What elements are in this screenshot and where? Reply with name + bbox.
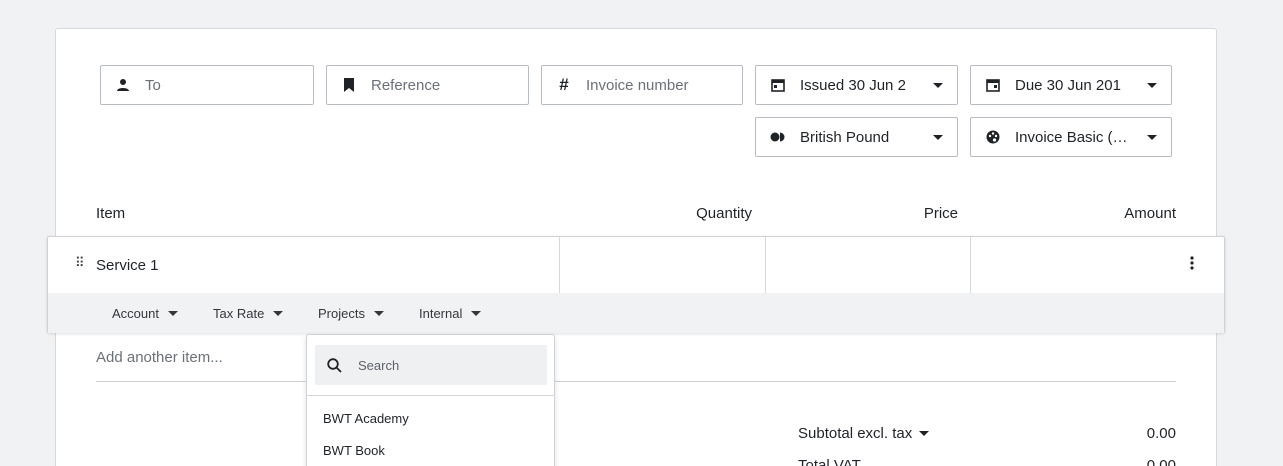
invoice-number-placeholder: Invoice number — [586, 76, 689, 94]
search-icon — [327, 357, 342, 373]
person-icon — [115, 77, 131, 93]
amount-input[interactable] — [971, 237, 1171, 293]
header-item: Item — [96, 205, 126, 222]
to-field[interactable]: To — [100, 65, 314, 105]
header-price: Price — [923, 205, 958, 222]
account-select[interactable]: Account — [112, 306, 178, 321]
chevron-down-icon — [1147, 83, 1157, 88]
price-input[interactable] — [766, 237, 970, 293]
dropdown-option[interactable]: BWT Academy — [323, 411, 409, 426]
reference-field[interactable]: Reference — [326, 65, 529, 105]
reference-placeholder: Reference — [371, 76, 441, 94]
total-vat-value: 0.00 — [1146, 457, 1176, 466]
header-quantity: Quantity — [696, 205, 752, 222]
currency-icon — [770, 129, 786, 145]
chevron-down-icon — [273, 310, 284, 316]
chevron-down-icon — [167, 310, 178, 316]
line-item-row: ⠿ Service 1 Account Tax Rate Projects In… — [47, 236, 1225, 333]
theme-select[interactable]: Invoice Basic (… — [970, 117, 1172, 157]
tax-rate-label: Tax Rate — [213, 305, 265, 321]
more-options-icon[interactable] — [1189, 255, 1195, 271]
projects-select[interactable]: Projects — [318, 306, 384, 321]
theme-value: Invoice Basic (… — [1015, 128, 1128, 146]
subtotal-toggle[interactable]: Subtotal excl. tax — [798, 425, 930, 442]
hash-icon: # — [559, 75, 569, 94]
chevron-down-icon — [471, 310, 482, 316]
due-date-select[interactable]: Due 30 Jun 201 — [970, 65, 1172, 105]
tax-rate-select[interactable]: Tax Rate — [213, 305, 284, 321]
divider — [96, 381, 1176, 382]
calendar-icon — [985, 77, 1001, 93]
projects-dropdown: Search BWT Academy BWT Book — [306, 334, 555, 466]
dropdown-option[interactable]: BWT Book — [323, 443, 385, 458]
currency-select[interactable]: British Pound — [755, 117, 958, 157]
issued-date-value: Issued 30 Jun 2 — [800, 76, 906, 94]
chevron-down-icon — [373, 310, 384, 316]
currency-value: British Pound — [800, 128, 890, 146]
search-placeholder: Search — [358, 357, 400, 373]
to-placeholder: To — [145, 76, 161, 94]
projects-label: Projects — [318, 305, 365, 321]
issued-date-select[interactable]: Issued 30 Jun 2 — [755, 65, 958, 105]
total-vat-label: Total VAT — [798, 457, 861, 466]
calendar-icon — [770, 77, 786, 93]
dropdown-search[interactable]: Search — [315, 345, 547, 385]
item-description-input[interactable]: Service 1 — [96, 257, 159, 274]
chevron-down-icon — [919, 431, 930, 436]
quantity-input[interactable] — [560, 237, 765, 293]
account-label: Account — [112, 305, 159, 321]
header-amount: Amount — [1124, 205, 1176, 222]
subtotal-label: Subtotal excl. tax — [798, 425, 913, 442]
bookmark-icon — [341, 77, 357, 93]
palette-icon — [985, 129, 1001, 145]
dropdown-divider — [307, 395, 554, 396]
invoice-number-field[interactable]: # Invoice number — [541, 65, 743, 105]
internal-label: Internal — [419, 305, 463, 321]
add-item-input[interactable]: Add another item... — [96, 349, 223, 366]
subtotal-value: 0.00 — [1146, 425, 1176, 442]
drag-handle-icon[interactable]: ⠿ — [75, 255, 84, 271]
internal-select[interactable]: Internal — [419, 305, 482, 321]
line-item-options-bar: Account Tax Rate Projects Internal — [48, 293, 1224, 333]
chevron-down-icon — [933, 135, 943, 140]
chevron-down-icon — [933, 83, 943, 88]
chevron-down-icon — [1147, 135, 1157, 140]
due-date-value: Due 30 Jun 201 — [1015, 76, 1121, 94]
